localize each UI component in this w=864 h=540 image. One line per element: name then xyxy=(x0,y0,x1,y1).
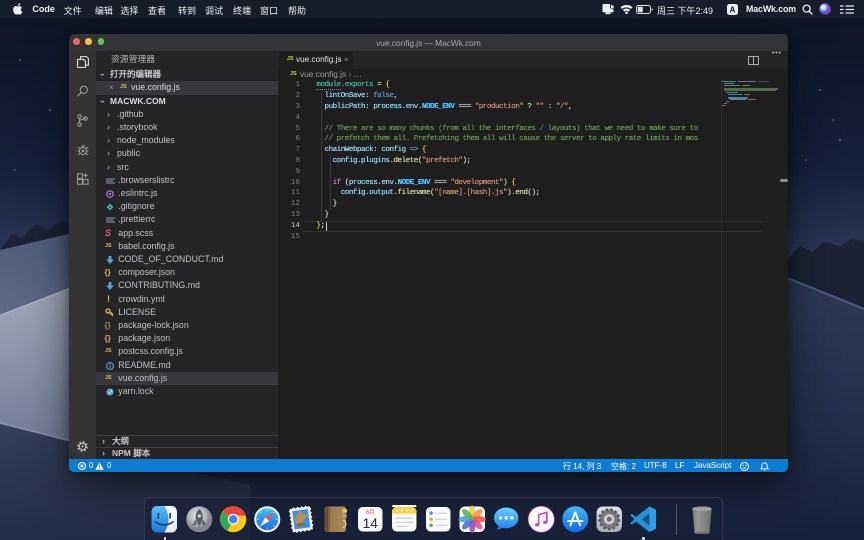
svg-text:14: 14 xyxy=(362,515,378,530)
svg-text:A: A xyxy=(729,5,735,14)
